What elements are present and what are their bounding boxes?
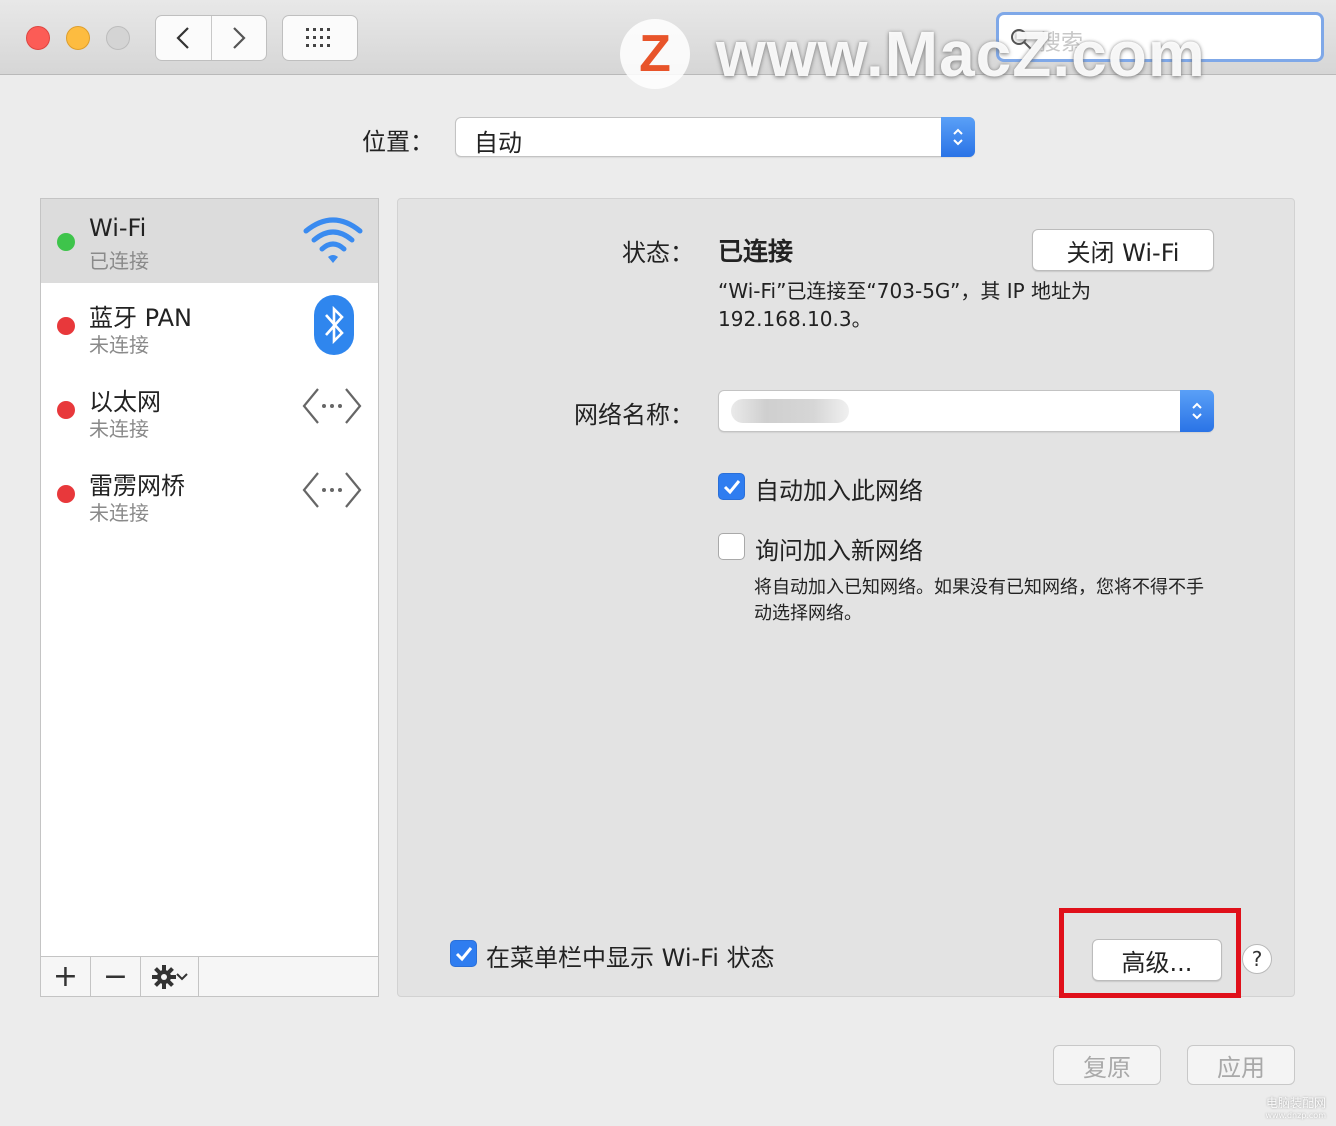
location-popup[interactable]: 自动 <box>455 117 975 157</box>
service-item-bluetooth-pan[interactable]: 蓝牙 PAN 未连接 <box>41 283 378 367</box>
chevron-down-icon <box>175 972 188 980</box>
ask-join-hint: 将自动加入已知网络。如果没有已知网络，您将不得不手动选择网络。 <box>754 577 1204 624</box>
status-dot <box>57 233 75 251</box>
gear-icon <box>151 964 176 989</box>
service-item-wifi[interactable]: Wi-Fi 已连接 <box>41 199 378 283</box>
auto-join-checkbox[interactable] <box>718 473 745 500</box>
popup-stepper <box>941 117 975 157</box>
status-dot <box>57 485 75 503</box>
service-item-thunderbolt-bridge[interactable]: 雷雳网桥 未连接 <box>41 451 378 535</box>
forward-button[interactable] <box>210 16 267 60</box>
service-list: Wi-Fi 已连接 蓝牙 PAN 未连接 以太网 未连接 雷雳网桥 未连接 + … <box>40 198 379 997</box>
add-service-button[interactable]: + <box>41 957 91 996</box>
ask-join-checkbox[interactable] <box>718 533 745 560</box>
wifi-icon <box>303 217 363 263</box>
zoom-window-button[interactable] <box>106 26 130 50</box>
service-status: 未连接 <box>89 333 149 357</box>
navigation-buttons <box>155 15 267 61</box>
close-window-button[interactable] <box>26 26 50 50</box>
grid-icon <box>306 28 330 47</box>
watermark-text: www.MacZ.com <box>716 18 1206 90</box>
location-label: 位置： <box>362 128 434 156</box>
show-wifi-status-checkbox[interactable] <box>450 940 477 967</box>
apply-button[interactable]: 应用 <box>1187 1045 1295 1085</box>
auto-join-label: 自动加入此网络 <box>755 477 923 505</box>
status-description: “Wi-Fi”已连接至“703-5G”，其 IP 地址为 192.168.10.… <box>718 279 1092 331</box>
back-button[interactable] <box>156 16 211 60</box>
minimize-window-button[interactable] <box>66 26 90 50</box>
network-name-value-redacted <box>731 399 849 423</box>
remove-service-button[interactable]: − <box>91 957 141 996</box>
thunderbolt-bridge-icon <box>302 472 362 508</box>
corner-watermark: 电脑装配网 www.dnzp.com <box>1265 1096 1327 1120</box>
ask-join-label: 询问加入新网络 <box>755 537 923 565</box>
bluetooth-icon <box>314 295 354 355</box>
show-all-button[interactable] <box>282 15 358 61</box>
watermark-logo: Z <box>620 19 690 89</box>
chevron-updown-icon <box>1192 402 1202 420</box>
service-name: 雷雳网桥 <box>89 472 185 500</box>
network-name-popup[interactable] <box>718 390 1214 432</box>
chevron-left-icon <box>176 27 190 49</box>
network-name-label: 网络名称： <box>574 401 694 429</box>
service-list-toolbar: + − <box>41 956 378 996</box>
service-actions-button[interactable] <box>141 957 199 996</box>
ethernet-icon <box>302 388 362 424</box>
service-status: 未连接 <box>89 501 149 525</box>
service-status: 未连接 <box>89 417 149 441</box>
status-label: 状态： <box>622 239 694 267</box>
status-value: 已连接 <box>718 237 794 266</box>
service-status: 已连接 <box>89 249 149 273</box>
show-wifi-status-label: 在菜单栏中显示 Wi-Fi 状态 <box>486 944 775 972</box>
chevron-right-icon <box>232 27 246 49</box>
popup-stepper <box>1180 390 1214 432</box>
service-item-ethernet[interactable]: 以太网 未连接 <box>41 367 378 451</box>
location-value: 自动 <box>474 129 522 157</box>
checkmark-icon <box>723 479 740 494</box>
revert-button[interactable]: 复原 <box>1053 1045 1161 1085</box>
turn-wifi-off-button[interactable]: 关闭 Wi-Fi <box>1032 229 1214 271</box>
status-dot <box>57 401 75 419</box>
status-dot <box>57 317 75 335</box>
service-name: 以太网 <box>89 388 161 416</box>
checkmark-icon <box>455 946 472 961</box>
help-button[interactable]: ? <box>1242 944 1272 974</box>
service-name: 蓝牙 PAN <box>89 304 192 332</box>
chevron-updown-icon <box>953 128 963 146</box>
highlight-box <box>1059 908 1241 998</box>
site-watermark: Z www.MacZ.com <box>620 18 1206 90</box>
service-name: Wi-Fi <box>89 214 147 242</box>
wifi-detail-panel: 状态： 已连接 关闭 Wi-Fi “Wi-Fi”已连接至“703-5G”，其 I… <box>397 198 1295 997</box>
